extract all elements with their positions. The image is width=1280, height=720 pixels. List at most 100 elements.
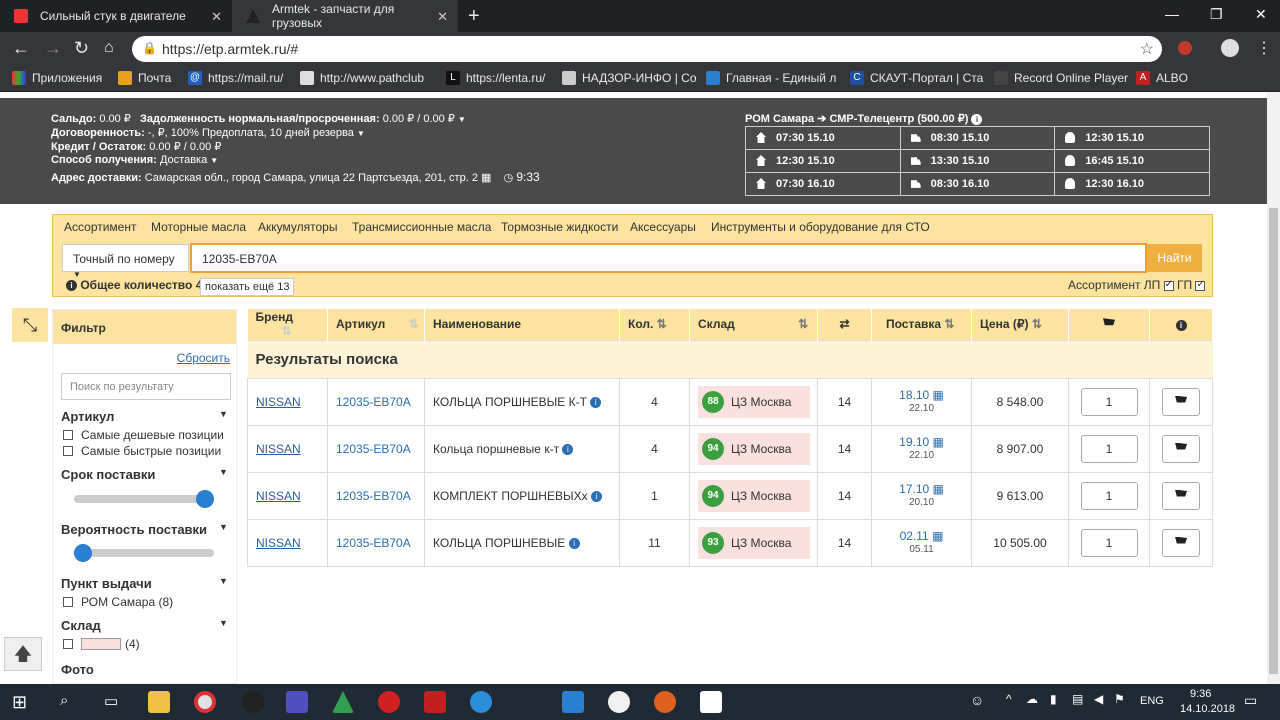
checkbox[interactable] <box>63 639 73 649</box>
option-pickup-rom[interactable]: РОМ Самара (8) <box>63 595 173 609</box>
add-to-cart-button[interactable] <box>1162 387 1200 416</box>
scrollbar-thumb[interactable] <box>1269 208 1278 674</box>
language-indicator[interactable]: ENG <box>1140 695 1164 707</box>
brand-link[interactable]: NISSAN <box>256 536 301 550</box>
drive-icon[interactable] <box>332 691 354 713</box>
delivery-date[interactable]: 02.11 ▦ <box>872 529 971 543</box>
col-brand[interactable]: Бренд ⇅ <box>247 309 328 340</box>
col-qty[interactable]: Кол. ⇅ <box>619 309 690 340</box>
bookmark-skaut[interactable]: C СКАУТ-Портал | Ста <box>850 71 983 85</box>
albo-app-icon[interactable] <box>424 691 446 713</box>
add-to-cart-button[interactable] <box>1162 528 1200 557</box>
minimize-icon[interactable]: — <box>1165 6 1179 22</box>
bookmark-mailru[interactable]: @ https://mail.ru/ <box>188 71 283 85</box>
agreement-line[interactable]: Договоренность: -, ₽, 100% Предоплата, 1… <box>51 126 365 139</box>
reload-icon[interactable]: ↻ <box>74 38 89 59</box>
menu-kebab-icon[interactable]: ⋮ <box>1256 38 1272 58</box>
delivery-date[interactable]: 17.10 ▦ <box>872 482 971 496</box>
origin-icon[interactable] <box>654 691 676 713</box>
search-mode-select[interactable]: Точный по номеру ▼ <box>62 244 189 279</box>
maximize-icon[interactable]: ❐ <box>1210 6 1223 23</box>
task-view-icon[interactable]: ▭ <box>104 692 118 710</box>
bookmark-pathclub[interactable]: http://www.pathclub <box>300 71 424 85</box>
col-warehouse[interactable]: Склад ⇅ <box>689 309 818 340</box>
checkbox[interactable] <box>63 597 73 607</box>
ie-icon[interactable] <box>470 691 492 713</box>
probability-slider[interactable] <box>74 544 214 562</box>
schedule-slot[interactable]: 16:45 15.10 <box>1054 149 1210 173</box>
info-icon[interactable]: i <box>971 113 983 125</box>
info-icon[interactable]: i <box>568 537 580 549</box>
method-line[interactable]: Способ получения: Доставка ▼ <box>51 154 218 166</box>
quantity-input[interactable]: 1 <box>1080 434 1138 463</box>
bookmark-star-icon[interactable]: ☆ <box>1140 39 1154 59</box>
tab-engine-knock[interactable]: Сильный стук в двигателе ✕ <box>0 0 232 32</box>
brand-link[interactable]: NISSAN <box>256 442 301 456</box>
section-delivery[interactable]: Срок поставки ▼ <box>61 467 228 482</box>
clock-time[interactable]: 9:36 <box>1190 688 1211 700</box>
add-to-cart-button[interactable] <box>1162 481 1200 510</box>
section-warehouse[interactable]: Склад ▼ <box>61 618 228 633</box>
bookmark-albo[interactable]: A ALBO <box>1136 71 1188 85</box>
schedule-slot[interactable]: 12:30 16.10 <box>1054 172 1210 196</box>
quantity-input[interactable]: 1 <box>1080 528 1138 557</box>
delivery-slider-knob[interactable] <box>196 490 214 508</box>
forward-icon[interactable]: → <box>44 38 62 59</box>
close-icon[interactable]: ✕ <box>437 9 448 25</box>
schedule-slot[interactable]: 13:30 15.10 <box>899 149 1056 173</box>
menu-brake-fluids[interactable]: Тормозные жидкости <box>501 220 618 234</box>
delivery-date[interactable]: 19.10 ▦ <box>872 435 971 449</box>
menu-accessories[interactable]: Аксессуары <box>630 220 696 234</box>
bookmark-gov[interactable]: Главная - Единый л <box>706 71 836 85</box>
filter-search-input[interactable]: Поиск по результату <box>61 373 231 400</box>
menu-transmission-oils[interactable]: Трансмиссионные масла <box>352 220 491 234</box>
col-article[interactable]: Артикул ⇅ <box>327 309 425 340</box>
section-probability[interactable]: Вероятность поставки ▼ <box>61 522 228 537</box>
scroll-top-button[interactable]: 🡅 <box>4 637 42 671</box>
page-scrollbar[interactable] <box>1267 92 1280 684</box>
windows-icon[interactable]: ⊞ <box>12 692 27 713</box>
back-icon[interactable]: ← <box>12 38 30 59</box>
close-icon[interactable]: ✕ <box>211 9 222 25</box>
opera-icon[interactable] <box>378 691 400 713</box>
chevron-up-icon[interactable]: ^ <box>1006 692 1012 706</box>
notifications-icon[interactable]: ▭ <box>1244 692 1257 709</box>
probability-slider-knob[interactable] <box>74 544 92 562</box>
calendar-icon[interactable]: ▦ <box>481 172 491 184</box>
menu-assortment[interactable]: Ассортимент <box>64 220 136 234</box>
brand-link[interactable]: NISSAN <box>256 489 301 503</box>
quantity-input[interactable]: 1 <box>1080 387 1138 416</box>
checkbox[interactable] <box>63 430 73 440</box>
section-pickup[interactable]: Пункт выдачи ▼ <box>61 576 228 591</box>
close-window-icon[interactable]: ✕ <box>1255 6 1267 23</box>
people-icon[interactable]: ☺ <box>970 692 984 708</box>
option-cheap[interactable]: Самые дешевые позиции <box>63 428 224 442</box>
section-article[interactable]: Артикул ▼ <box>61 409 228 424</box>
lp-checkbox[interactable] <box>1163 279 1174 291</box>
article-link[interactable]: 12035-EB70A <box>336 489 411 503</box>
col-days[interactable]: ⇄ <box>817 309 872 340</box>
menu-batteries[interactable]: Аккумуляторы <box>258 220 337 234</box>
clock-date[interactable]: 14.10.2018 <box>1180 703 1235 715</box>
home-icon[interactable]: ⌂ <box>104 39 114 57</box>
bookmark-mail[interactable]: Почта <box>118 71 171 85</box>
col-price[interactable]: Цена (₽) ⇅ <box>971 309 1069 340</box>
volume-icon[interactable]: ◀ <box>1094 692 1103 706</box>
network-icon[interactable]: ▤ <box>1072 692 1083 706</box>
show-more-button[interactable]: показать ещё 13 <box>200 278 295 296</box>
bookmark-apps[interactable]: Приложения <box>12 71 102 85</box>
flag-icon[interactable]: ⚑ <box>1114 692 1125 706</box>
article-link[interactable]: 12035-EB70A <box>336 395 411 409</box>
save-app-icon[interactable] <box>286 691 308 713</box>
delivery-date[interactable]: 18.10 ▦ <box>872 388 971 402</box>
brand-link[interactable]: NISSAN <box>256 395 301 409</box>
caret-down-icon[interactable]: ▼ <box>458 115 466 124</box>
search-icon[interactable]: ⌕ <box>60 692 68 709</box>
schedule-slot[interactable]: 12:30 15.10 <box>1054 126 1210 150</box>
cloud-icon[interactable]: ☁ <box>1026 692 1038 706</box>
bookmark-lenta[interactable]: Lhttps://lenta.ru/ <box>446 71 545 85</box>
info-icon[interactable]: i <box>590 396 602 408</box>
article-link[interactable]: 12035-EB70A <box>336 442 411 456</box>
schedule-slot[interactable]: 12:30 15.10 <box>745 149 901 173</box>
find-button[interactable]: Найти <box>1147 244 1202 272</box>
